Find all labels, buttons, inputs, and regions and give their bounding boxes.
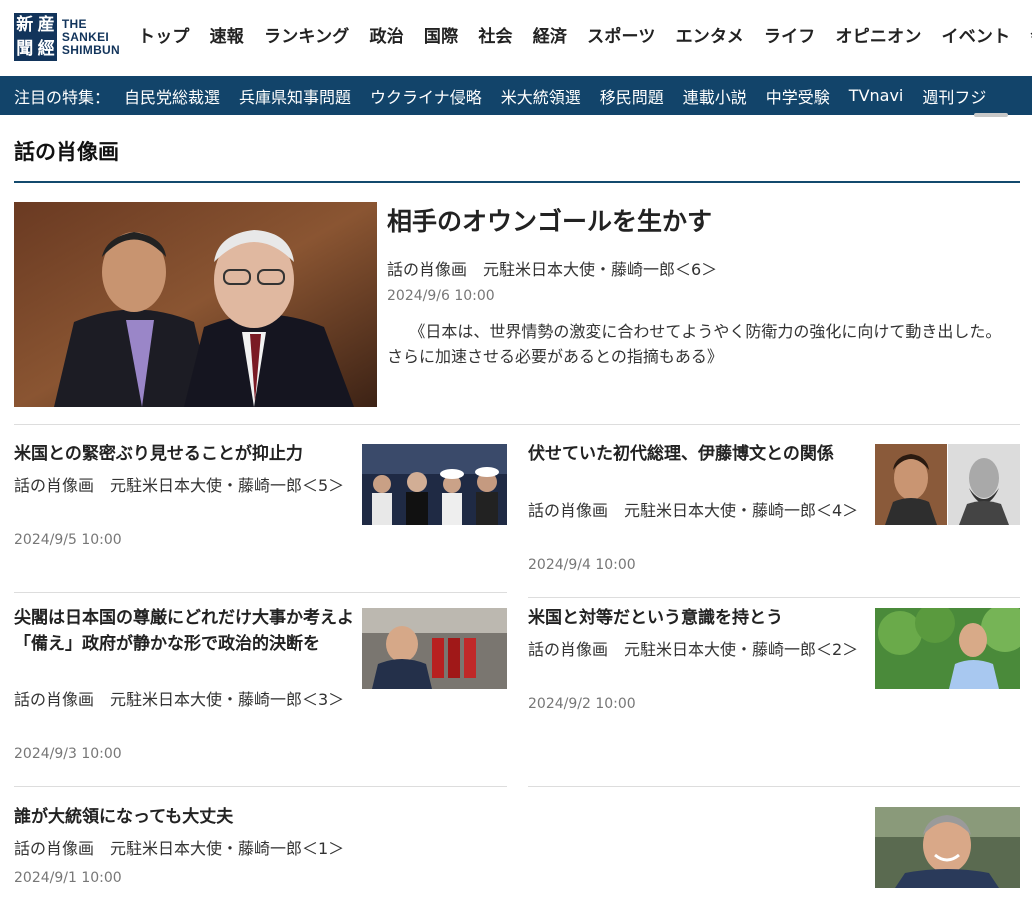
nav-politics[interactable]: 政治 [370,22,404,47]
article-series: 話の肖像画 元駐米日本大使・藤崎一郎＜4＞ [528,501,859,520]
divider [14,786,507,787]
logo-kanji: 聞 [16,38,34,59]
nav-opinion[interactable]: オピニオン [836,22,922,47]
sankei-logo[interactable]: 新 産 聞 經 THE SANKEI SHIMBUN [14,12,120,62]
feature-link[interactable]: 連載小説 [683,84,747,108]
article-thumbnail[interactable] [362,608,507,689]
feature-link[interactable]: 中学受験 [766,84,830,108]
site-header: 新 産 聞 經 THE SANKEI SHIMBUN トップ 速報 ランキング … [0,0,1032,76]
article-series: 話の肖像画 元駐米日本大使・藤崎一郎＜1＞ [14,839,345,858]
article-thumbnail[interactable] [875,807,1020,888]
article-date: 2024/9/3 10:00 [14,746,122,762]
logo-line: THE [61,16,87,31]
feature-link[interactable]: 週刊フジ [922,84,986,108]
article-date: 2024/9/2 10:00 [528,696,636,712]
feature-link[interactable]: 自民党総裁選 [124,84,220,108]
lead-article-photo[interactable] [14,202,377,407]
logo-line: SHIMBUN [61,42,120,57]
feature-link[interactable]: 移民問題 [600,84,664,108]
logo-wordmark: THE SANKEI SHIMBUN [61,16,120,57]
article-date: 2024/9/5 10:00 [14,532,122,548]
feature-bar: 注目の特集： 自民党総裁選 兵庫県知事問題 ウクライナ侵略 米大統領選 移民問題… [0,76,1032,115]
logo-mark: 新 産 聞 經 [14,13,57,61]
article-series: 話の肖像画 元駐米日本大使・藤崎一郎＜3＞ [14,690,345,709]
logo-kanji: 新 [16,14,34,35]
lead-article-date: 2024/9/6 10:00 [387,288,495,304]
main-nav: トップ 速報 ランキング 政治 国際 社会 経済 スポーツ エンタメ ライフ オ… [138,22,1032,47]
article-date: 2024/9/4 10:00 [528,557,636,573]
article-thumbnail[interactable] [362,444,507,525]
nav-ranking[interactable]: ランキング [264,22,350,47]
article-title[interactable]: 尖閣は日本国の尊厳にどれだけ大事か考えよ 「備え」政府が静かな形で政治的決断を [14,605,371,657]
feature-link[interactable]: TVnavi [849,86,904,105]
article-title[interactable]: 伏せていた初代総理、伊藤博文との関係 [528,441,868,467]
section-divider [14,181,1020,183]
divider [528,786,1020,787]
page-title: 話の肖像画 [14,140,119,164]
feature-link[interactable]: 兵庫県知事問題 [239,84,351,108]
feature-bar-label: 注目の特集： [14,87,111,107]
feature-link[interactable]: 米大統領選 [501,84,581,108]
logo-kanji: 經 [37,38,55,59]
divider [528,597,1020,598]
logo-kanji: 産 [37,14,55,35]
article-title[interactable]: 米国と対等だという意識を持とう [528,605,868,631]
nav-sports[interactable]: スポーツ [587,22,655,47]
article-title[interactable]: 誰が大統領になっても大丈夫 [14,804,354,830]
feature-link[interactable]: ウクライナ侵略 [370,84,482,108]
nav-entertainment[interactable]: エンタメ [676,22,744,47]
nav-breaking[interactable]: 速報 [210,22,244,47]
nav-society[interactable]: 社会 [478,22,512,47]
nav-economy[interactable]: 経済 [533,22,567,47]
article-series: 話の肖像画 元駐米日本大使・藤崎一郎＜2＞ [528,640,859,659]
lead-article-title[interactable]: 相手のオウンゴールを生かす [387,202,712,238]
article-series: 話の肖像画 元駐米日本大使・藤崎一郎＜5＞ [14,476,345,495]
lead-article-summary: 《日本は、世界情勢の激変に合わせてようやく防衛力の強化に向けて動き出した。さらに… [387,322,1002,366]
article-thumbnail[interactable] [875,444,1020,525]
lead-article-series: 話の肖像画 元駐米日本大使・藤崎一郎＜6＞ [387,260,718,279]
article-thumbnail[interactable] [875,608,1020,689]
article-title[interactable]: 米国との緊密ぶり見せることが抑止力 [14,441,354,467]
nav-events[interactable]: イベント [942,22,1011,47]
nav-life[interactable]: ライフ [764,22,816,47]
divider [14,592,507,593]
nav-top[interactable]: トップ [138,22,190,47]
nav-international[interactable]: 国際 [424,22,458,47]
article-date: 2024/9/1 10:00 [14,870,122,886]
divider [14,424,1020,425]
horizontal-scroll-handle[interactable] [974,113,1008,117]
logo-line: SANKEI [61,29,110,44]
